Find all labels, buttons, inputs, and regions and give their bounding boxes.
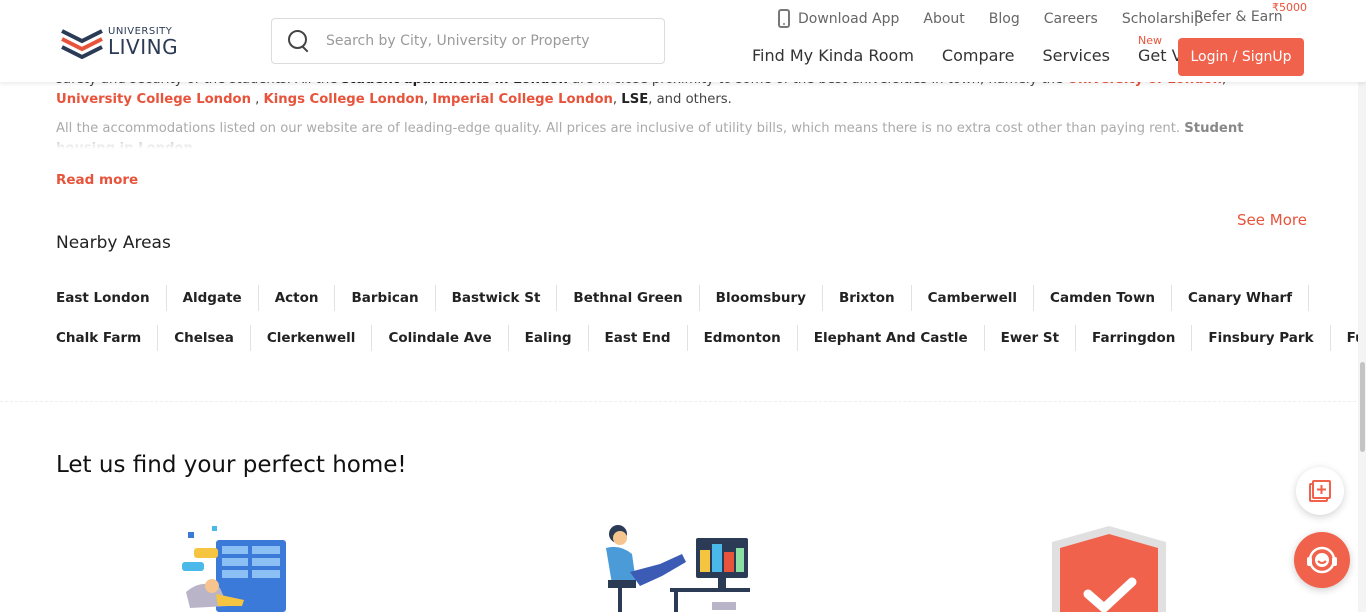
login-signup-button[interactable]: Login / SignUp (1178, 38, 1304, 76)
logo-mark-icon (61, 29, 103, 59)
read-more-link[interactable]: Read more (56, 172, 138, 188)
nav-find-my-kinda-room[interactable]: Find My Kinda Room (752, 46, 914, 65)
nearby-area-link[interactable]: Farringdon (1076, 325, 1193, 351)
careers-link[interactable]: Careers (1044, 11, 1098, 27)
security-shield-illustration (1052, 526, 1166, 612)
nearby-area-link[interactable]: Colindale Ave (372, 325, 509, 351)
nearby-area-link[interactable]: Canary Wharf (1172, 285, 1310, 311)
refer-amount-badge: ₹5000 (1272, 1, 1307, 14)
about-link[interactable]: About (923, 11, 964, 27)
logo-text-big: LIVING (108, 35, 179, 59)
nearby-areas-row-1: East London Aldgate Acton Barbican Bastwick … (56, 285, 1310, 311)
ucl-link[interactable]: University College London (56, 92, 251, 107)
nearby-areas-title: Nearby Areas (56, 233, 171, 253)
search-input[interactable] (326, 33, 646, 49)
download-app-label: Download App (798, 10, 900, 27)
nav-compare[interactable]: Compare (942, 46, 1015, 65)
see-more-link[interactable]: See More (1237, 211, 1307, 229)
nearby-area-link[interactable]: Bastwick St (436, 285, 558, 311)
nearby-area-link[interactable]: Chelsea (158, 325, 251, 351)
lse-text: LSE (621, 92, 649, 107)
nearby-area-link[interactable]: Ewer St (985, 325, 1077, 351)
section-divider (0, 401, 1366, 402)
online-search-illustration (182, 526, 286, 612)
search-bar[interactable] (271, 18, 665, 64)
nearby-area-link[interactable]: Clerkenwell (251, 325, 373, 351)
main-nav: Find My Kinda Room Compare Services Get … (752, 46, 1233, 65)
blog-link[interactable]: Blog (989, 11, 1020, 27)
scholarship-link[interactable]: Scholarship (1122, 11, 1203, 27)
imperial-college-link[interactable]: Imperial College London (432, 92, 613, 107)
site-header: UNIVERSITY LIVING Download App About Blo… (0, 0, 1366, 82)
nearby-area-link[interactable]: Finsbury Park (1192, 325, 1331, 351)
scrollbar-thumb[interactable] (1360, 362, 1365, 452)
add-icon (1309, 480, 1331, 502)
nearby-area-link[interactable]: Acton (259, 285, 336, 311)
chat-support-icon (1307, 546, 1337, 574)
nearby-area-link[interactable]: Camden Town (1034, 285, 1173, 311)
refer-earn-link[interactable]: Refer & Earn (1194, 9, 1283, 25)
nearby-area-link[interactable]: Chalk Farm (56, 325, 159, 351)
nearby-area-link[interactable]: Barbican (335, 285, 436, 311)
nearby-area-link[interactable]: Aldgate (167, 285, 259, 311)
nearby-area-link[interactable]: Bethnal Green (557, 285, 700, 311)
para1-end: , and others. (648, 92, 732, 107)
nearby-area-link[interactable]: Edmonton (688, 325, 798, 351)
nearby-areas-row-2: Chalk Farm Chelsea Clerkenwell Colindale Av… (56, 325, 1366, 351)
section-title: Let us find your perfect home! (56, 452, 407, 478)
relaxing-person-illustration (606, 525, 750, 612)
nearby-area-link[interactable]: Brixton (823, 285, 912, 311)
nearby-area-link[interactable]: East End (589, 325, 688, 351)
search-icon (288, 30, 310, 52)
top-links: Download App About Blog Careers Scholars… (756, 9, 1203, 28)
phone-icon (778, 9, 790, 28)
kings-college-link[interactable]: Kings College London (264, 92, 424, 107)
download-app-link[interactable]: Download App (778, 9, 899, 28)
chat-support-button[interactable] (1294, 532, 1350, 588)
new-badge: New (1138, 34, 1162, 47)
nearby-area-link[interactable]: East London (56, 285, 167, 311)
para2-start: All the accommodations listed on our web… (56, 121, 1185, 136)
nearby-area-link[interactable]: Bloomsbury (700, 285, 823, 311)
nearby-area-link[interactable]: Camberwell (912, 285, 1035, 311)
nearby-area-link[interactable]: Elephant And Castle (798, 325, 985, 351)
nav-services[interactable]: Services (1043, 46, 1110, 65)
description-paragraph-faded: All the accommodations listed on our web… (56, 119, 1306, 149)
add-compare-button[interactable] (1296, 467, 1344, 515)
page-scrollbar[interactable] (1358, 82, 1366, 612)
university-living-logo[interactable]: UNIVERSITY LIVING (60, 22, 190, 62)
nearby-area-link[interactable]: Ealing (509, 325, 589, 351)
